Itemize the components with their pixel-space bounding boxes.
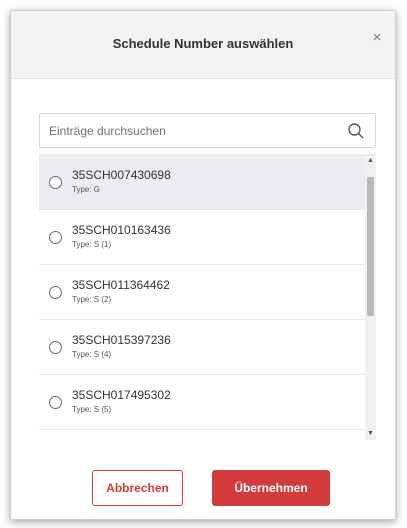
item-type: Type: S (5) (72, 405, 112, 414)
item-type: Type: S (2) (72, 295, 112, 304)
dialog-header: Schedule Number auswählen × (11, 11, 395, 79)
radio-button[interactable] (49, 396, 62, 409)
cancel-button[interactable]: Abbrechen (92, 470, 183, 506)
search-input[interactable] (40, 114, 348, 147)
item-number: 35SCH010163436 (72, 223, 171, 237)
item-number: 35SCH011364462 (72, 278, 170, 292)
item-type: Type: G (72, 185, 101, 194)
apply-button[interactable]: Übernehmen (212, 470, 330, 506)
list-item[interactable]: 35SCH015397236 Type: S (4) (39, 320, 370, 375)
scroll-down-icon[interactable]: ▼ (365, 428, 376, 440)
scroll-up-icon[interactable]: ▲ (365, 155, 376, 167)
item-number: 35SCH015397236 (72, 333, 171, 347)
item-type: Type: S (1) (72, 240, 112, 249)
radio-button[interactable] (49, 341, 62, 354)
dialog-title: Schedule Number auswählen (112, 36, 294, 51)
list-item[interactable]: 35SCH007430698 Type: G (39, 155, 370, 210)
search-box (39, 113, 376, 148)
list-item[interactable]: 35SCH010163436 Type: S (1) (39, 210, 370, 265)
item-number: 35SCH017495302 (72, 388, 171, 402)
radio-button[interactable] (49, 231, 62, 244)
schedule-list: 35SCH007430698 Type: G 35SCH010163436 Ty… (39, 154, 376, 440)
list-item[interactable]: 35SCH011364462 Type: S (2) (39, 265, 370, 320)
list-item[interactable]: 35SCH017495302 Type: S (5) (39, 375, 370, 430)
item-number: 35SCH007430698 (72, 168, 171, 182)
close-icon[interactable]: × (367, 28, 387, 48)
item-type: Type: S (4) (72, 350, 112, 359)
search-icon[interactable] (347, 122, 365, 140)
schedule-number-dialog: Schedule Number auswählen × 35SCH0074306… (10, 10, 396, 520)
radio-button[interactable] (49, 176, 62, 189)
radio-button[interactable] (49, 286, 62, 299)
scroll-thumb[interactable] (367, 177, 374, 316)
list-scrollbar[interactable]: ▲ ▼ (365, 155, 376, 440)
